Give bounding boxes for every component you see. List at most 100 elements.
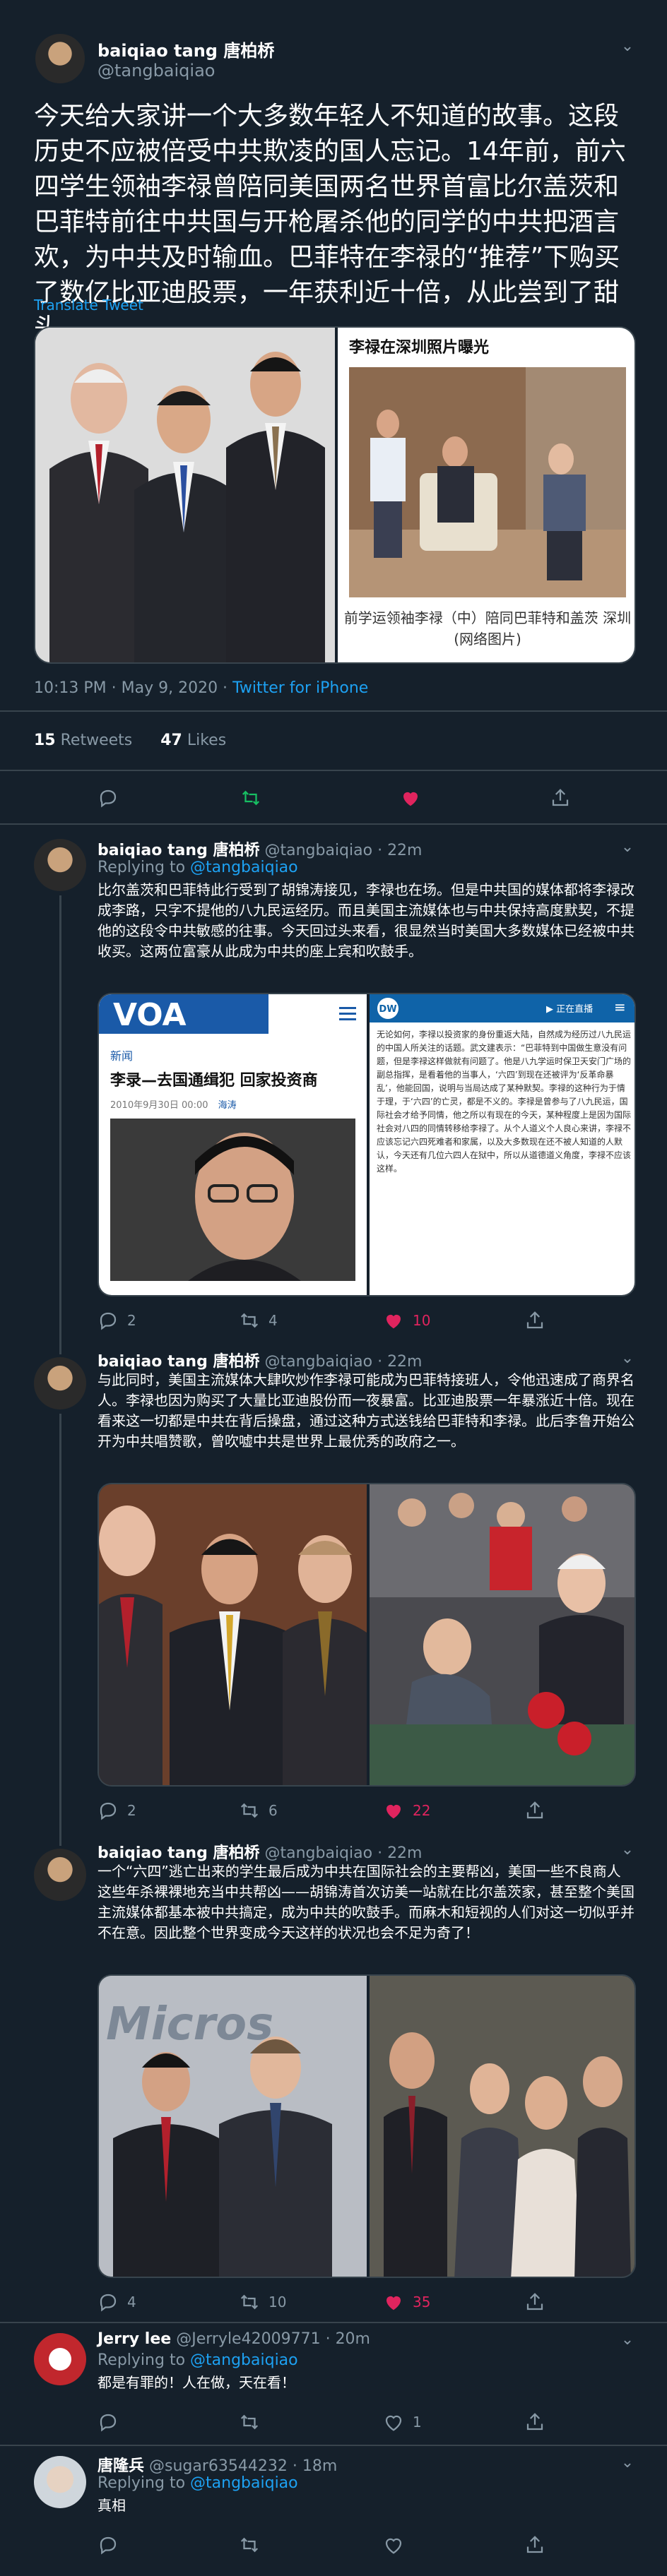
- author-handle[interactable]: @tangbaiqiao: [264, 1844, 372, 1862]
- share-button[interactable]: [524, 2288, 545, 2316]
- reply-time[interactable]: · 22m: [377, 1844, 422, 1862]
- retweet-icon: [240, 1313, 259, 1328]
- avatar[interactable]: [34, 839, 86, 891]
- author-name[interactable]: baiqiao tang 唐柏桥: [98, 1844, 259, 1862]
- tweet-media[interactable]: 李禄在深圳照片曝光 前学运领袖李禄（中）陪同巴菲特和盖茨 深圳(网络图片): [34, 326, 636, 664]
- like-button[interactable]: 35: [383, 2288, 430, 2316]
- author-name[interactable]: baiqiao tang 唐柏桥: [98, 37, 274, 61]
- share-icon: [526, 1311, 543, 1329]
- photo-meeting: [349, 367, 626, 597]
- reply-time[interactable]: · 22m: [377, 842, 422, 859]
- tweet-stats: 15 Retweets 47 Likes: [34, 732, 226, 749]
- photo-three-men[interactable]: [99, 1484, 367, 1785]
- author-name[interactable]: baiqiao tang 唐柏桥: [98, 842, 259, 859]
- reply-media[interactable]: VOA 新闻 李录—去国通缉犯 回家投资商 2010年9月30日 00:00 海…: [98, 993, 636, 1296]
- reply-tweet[interactable]: baiqiao tang 唐柏桥 @tangbaiqiao · 22m ⌄ Re…: [0, 823, 667, 1342]
- reply-actions: [98, 2531, 634, 2555]
- voa-photo: [110, 1119, 355, 1281]
- reply-button[interactable]: 4: [98, 2288, 136, 2316]
- like-button[interactable]: 1: [383, 2408, 422, 2436]
- like-icon: [386, 1314, 401, 1329]
- avatar[interactable]: [34, 2333, 86, 2385]
- like-button[interactable]: [400, 784, 421, 812]
- author-name[interactable]: Jerry lee: [98, 2330, 171, 2348]
- author-handle[interactable]: @Jerryle42009771: [176, 2330, 320, 2348]
- retweet-icon: [240, 2294, 259, 2310]
- author-handle[interactable]: @tangbaiqiao: [98, 61, 215, 80]
- retweets-label[interactable]: Retweets: [56, 732, 133, 749]
- replying-to-handle[interactable]: @tangbaiqiao: [190, 2351, 298, 2369]
- reply-media[interactable]: Micros: [98, 1974, 636, 2278]
- menu-icon[interactable]: ≡: [614, 998, 626, 1015]
- chevron-down-icon[interactable]: ⌄: [616, 836, 639, 859]
- retweet-button[interactable]: 10: [239, 2288, 286, 2316]
- reply-text: 都是有罪的！人在做，天在看！: [98, 2374, 295, 2391]
- chevron-down-icon[interactable]: ⌄: [616, 35, 639, 58]
- retweets-count[interactable]: 15: [34, 732, 56, 749]
- retweet-button[interactable]: 4: [239, 1306, 278, 1335]
- dw-live-label[interactable]: ▶ 正在直播: [546, 1001, 593, 1015]
- author-handle[interactable]: @tangbaiqiao: [264, 1353, 372, 1371]
- reply-time[interactable]: · 20m: [326, 2330, 370, 2348]
- replying-to-label: Replying to: [98, 2351, 191, 2369]
- share-button[interactable]: [524, 1306, 545, 1335]
- photo-clapping-crowd[interactable]: [370, 1976, 634, 2277]
- retweet-button[interactable]: [239, 2531, 260, 2559]
- retweet-button[interactable]: [240, 784, 261, 812]
- reply-button[interactable]: 2: [98, 1796, 136, 1825]
- likes-count[interactable]: 47: [160, 732, 182, 749]
- reply-media[interactable]: [98, 1483, 636, 1787]
- share-button[interactable]: [550, 784, 571, 812]
- retweet-button[interactable]: 6: [239, 1796, 278, 1825]
- voa-article-screenshot[interactable]: VOA 新闻 李录—去国通缉犯 回家投资商 2010年9月30日 00:00 海…: [99, 994, 367, 1295]
- reply-tweet[interactable]: 唐隆兵 @sugar63544232 · 18m ⌄ Replying to @…: [0, 2446, 667, 2576]
- reply-actions: 4 10 35: [98, 2288, 634, 2312]
- like-button[interactable]: 10: [383, 1306, 430, 1335]
- photo-ping-pong[interactable]: [370, 1484, 634, 1785]
- reply-button[interactable]: [98, 784, 119, 812]
- avatar[interactable]: [34, 32, 86, 85]
- avatar[interactable]: [34, 2456, 86, 2508]
- reply-button[interactable]: 2: [98, 1306, 136, 1335]
- reply-button[interactable]: [98, 2531, 119, 2559]
- reply-time[interactable]: · 22m: [377, 1353, 422, 1371]
- retweet-count: 4: [268, 1312, 278, 1329]
- reply-tweet[interactable]: Jerry lee @Jerryle42009771 · 20m ⌄ Reply…: [0, 2323, 667, 2445]
- share-button[interactable]: [524, 2531, 545, 2559]
- reply-tweet[interactable]: baiqiao tang 唐柏桥 @tangbaiqiao · 22m ⌄ 与此…: [0, 1342, 667, 1833]
- like-count: 1: [413, 2414, 422, 2431]
- replying-to-handle[interactable]: @tangbaiqiao: [190, 859, 298, 876]
- author-name[interactable]: baiqiao tang 唐柏桥: [98, 1353, 259, 1371]
- tweet-timestamp[interactable]: 10:13 PM · May 9, 2020 · Twitter for iPh…: [34, 679, 368, 697]
- avatar[interactable]: [34, 1357, 86, 1409]
- chevron-down-icon[interactable]: ⌄: [616, 2452, 639, 2474]
- likes-label[interactable]: Likes: [182, 732, 226, 749]
- avatar[interactable]: [34, 1849, 86, 1901]
- reply-header: Jerry lee @Jerryle42009771 · 20m: [98, 2330, 370, 2348]
- author-name[interactable]: 唐隆兵: [98, 2457, 144, 2475]
- tweet-time[interactable]: 10:13 PM · May 9, 2020 ·: [34, 679, 232, 697]
- replying-to: Replying to @tangbaiqiao: [98, 2351, 298, 2369]
- tweet-source[interactable]: Twitter for iPhone: [232, 679, 368, 697]
- like-button[interactable]: [383, 2531, 404, 2559]
- photo-microsoft-visit[interactable]: Micros: [99, 1976, 367, 2277]
- share-button[interactable]: [524, 1796, 545, 1825]
- reply-button[interactable]: [98, 2408, 119, 2436]
- author-handle[interactable]: @tangbaiqiao: [264, 842, 372, 859]
- dw-article-screenshot[interactable]: DW ▶ 正在直播 ≡ 无论如何，李禄以投资家的身份重返大陆，自然成为经历过八九…: [370, 994, 634, 1295]
- translate-tweet-link[interactable]: Translate Tweet: [34, 297, 143, 314]
- reply-icon: [100, 789, 117, 808]
- reply-tweet[interactable]: baiqiao tang 唐柏桥 @tangbaiqiao · 22m ⌄ 一个…: [0, 1833, 667, 2320]
- retweet-button[interactable]: [239, 2408, 260, 2436]
- reply-time[interactable]: · 18m: [293, 2457, 337, 2475]
- author-handle[interactable]: @sugar63544232: [149, 2457, 288, 2475]
- chevron-down-icon[interactable]: ⌄: [616, 2329, 639, 2351]
- tweet-thread-page: baiqiao tang 唐柏桥 @tangbaiqiao ⌄ 今天给大家讲一个…: [0, 0, 667, 2576]
- photo-three-men[interactable]: [35, 328, 335, 662]
- share-button[interactable]: [524, 2408, 545, 2436]
- chevron-down-icon[interactable]: ⌄: [616, 1839, 639, 1861]
- like-button[interactable]: 22: [383, 1796, 430, 1825]
- photo-article[interactable]: 李禄在深圳照片曝光 前学运领袖李禄（中）陪同巴菲特和盖茨 深圳(网络图片): [338, 328, 634, 662]
- chevron-down-icon[interactable]: ⌄: [616, 1347, 639, 1370]
- replying-to-handle[interactable]: @tangbaiqiao: [190, 2474, 298, 2492]
